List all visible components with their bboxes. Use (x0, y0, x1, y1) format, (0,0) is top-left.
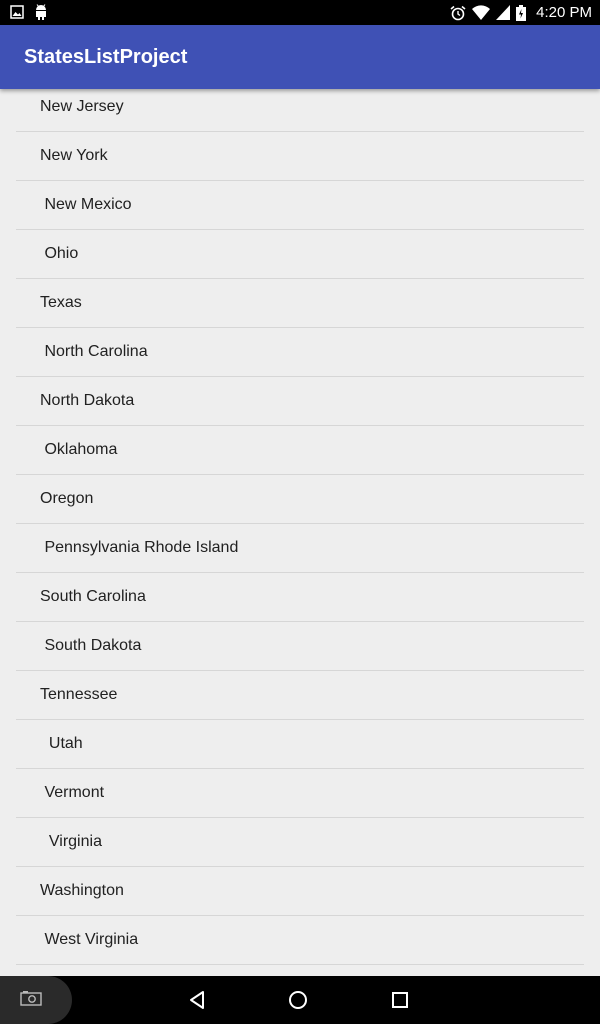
list-item[interactable]: North Dakota (16, 377, 584, 426)
list-item[interactable]: Oklahoma (16, 426, 584, 475)
list-item-label: Texas (40, 294, 82, 311)
list-item-label: Washington (40, 882, 124, 899)
list-item-label: New York (40, 147, 108, 164)
list-item-label: Tennessee (40, 686, 118, 703)
states-list-content: New Jersey New York New Mexico Ohio Texas … (0, 89, 600, 965)
list-item[interactable]: Pennsylvania Rhode Island (16, 524, 584, 573)
list-item[interactable]: West Virginia (16, 916, 584, 965)
list-item[interactable]: Virginia (16, 818, 584, 867)
list-item[interactable]: Oregon (16, 475, 584, 524)
recents-icon[interactable] (388, 988, 412, 1012)
list-item-label: Oregon (40, 490, 94, 507)
list-item-label: Pennsylvania Rhode Island (40, 539, 239, 556)
list-item-label: North Carolina (40, 343, 148, 360)
signal-icon (496, 5, 511, 20)
home-icon[interactable] (286, 988, 310, 1012)
list-item[interactable]: New York (16, 132, 584, 181)
list-item-label: Virginia (40, 833, 102, 850)
list-item[interactable]: Ohio (16, 230, 584, 279)
android-debug-icon (36, 4, 46, 20)
list-item-label: South Dakota (40, 637, 142, 654)
list-item[interactable]: Tennessee (16, 671, 584, 720)
wifi-icon (472, 5, 491, 20)
states-list[interactable]: New Jersey New York New Mexico Ohio Texas … (0, 89, 600, 976)
list-item[interactable]: Vermont (16, 769, 584, 818)
battery-icon (516, 4, 527, 21)
list-item[interactable]: New Mexico (16, 181, 584, 230)
list-item[interactable]: Washington (16, 867, 584, 916)
list-item[interactable]: Utah (16, 720, 584, 769)
list-item-label: Utah (40, 735, 83, 752)
list-item[interactable]: South Carolina (16, 573, 584, 622)
list-item-label: Ohio (40, 245, 79, 262)
list-item[interactable]: North Carolina (16, 328, 584, 377)
list-item-label: North Dakota (40, 392, 135, 409)
navigation-bar (0, 976, 600, 1024)
image-notification-icon (10, 5, 24, 19)
list-item-label: South Carolina (40, 588, 146, 605)
list-item-label: West Virginia (40, 931, 139, 948)
app-bar: StatesListProject (0, 25, 600, 89)
alarm-icon (450, 5, 466, 20)
status-time: 4:20 PM (536, 4, 592, 21)
status-bar: 4:20 PM (0, 0, 600, 25)
list-item-label: Vermont (40, 784, 105, 801)
list-item-label: New Jersey (40, 98, 124, 115)
list-item[interactable]: New Jersey (16, 89, 584, 132)
list-item-label: Oklahoma (40, 441, 118, 458)
screenshot-button[interactable] (0, 976, 72, 1024)
list-item-label: New Mexico (40, 196, 132, 213)
list-item[interactable]: South Dakota (16, 622, 584, 671)
app-title: StatesListProject (24, 46, 188, 68)
back-icon[interactable] (186, 988, 210, 1012)
list-item[interactable]: Texas (16, 279, 584, 328)
screenshot-icon (20, 991, 42, 1006)
